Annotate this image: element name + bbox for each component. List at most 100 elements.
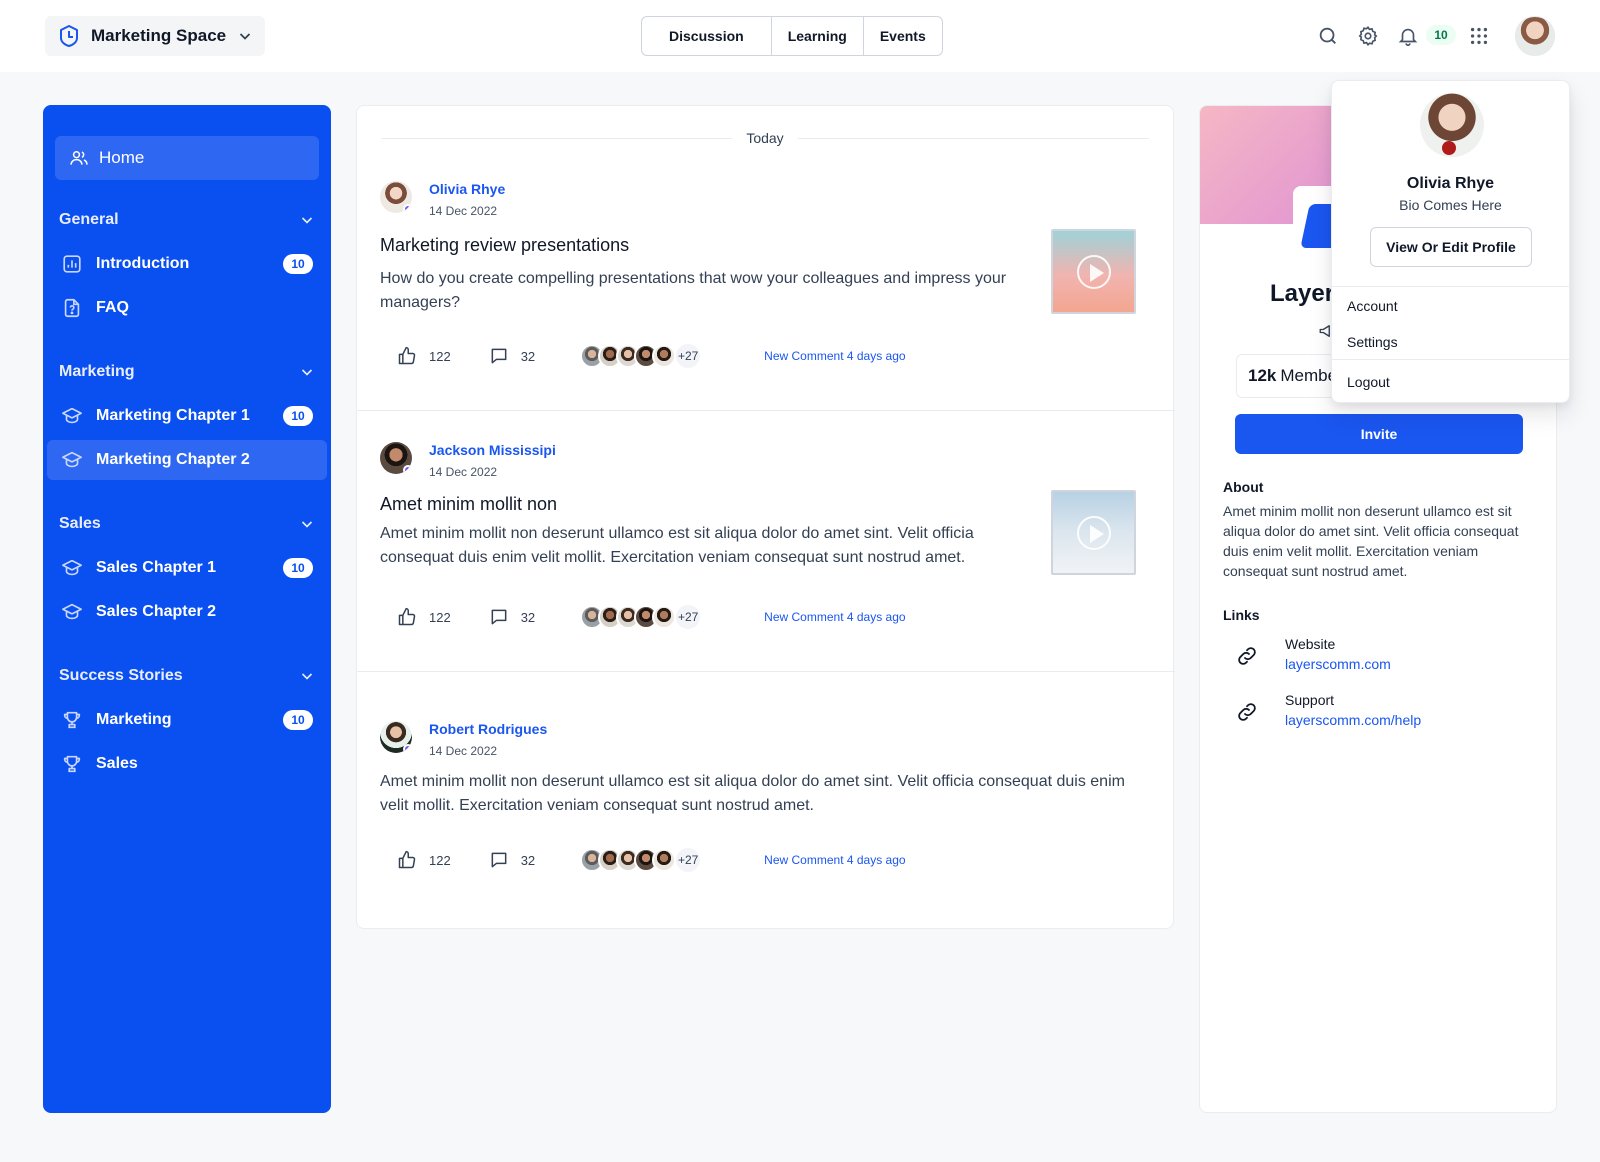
post-actions: 122 32 +27 New Comment 4 days ago bbox=[397, 848, 906, 872]
profile-avatar bbox=[1420, 93, 1484, 157]
space-switcher[interactable]: Marketing Space bbox=[45, 16, 265, 56]
sidebar-item-label: FAQ bbox=[96, 299, 129, 316]
sidebar-item-marketing-chapter-1[interactable]: Marketing Chapter 1 10 bbox=[47, 396, 327, 436]
members-label: Membe bbox=[1280, 366, 1338, 385]
post-date: 14 Dec 2022 bbox=[429, 204, 498, 218]
link-icon bbox=[1238, 703, 1256, 721]
bell-icon[interactable] bbox=[1397, 25, 1419, 47]
status-dot bbox=[403, 465, 412, 474]
sidebar-item-label: Sales Chapter 2 bbox=[96, 603, 217, 620]
menu-item-settings[interactable]: Settings bbox=[1347, 334, 1398, 350]
section-sales[interactable]: Sales bbox=[59, 515, 315, 533]
tab-events[interactable]: Events bbox=[864, 17, 942, 55]
more-participants-count: +27 bbox=[676, 344, 701, 368]
menu-divider bbox=[1332, 286, 1569, 287]
video-thumbnail[interactable] bbox=[1051, 490, 1136, 575]
participant-avatar bbox=[652, 605, 677, 629]
new-comment-link[interactable]: New Comment 4 days ago bbox=[764, 610, 905, 624]
community-name: Layer bbox=[1270, 280, 1335, 307]
link-url[interactable]: layerscomm.com bbox=[1285, 656, 1391, 672]
post-title[interactable]: Marketing review presentations bbox=[380, 235, 629, 256]
post-actions: 122 32 +27 New Comment 4 days ago bbox=[397, 605, 906, 629]
post-body: Amet minim mollit non deserunt ullamco e… bbox=[380, 525, 974, 566]
like-button[interactable]: 122 bbox=[397, 346, 451, 366]
menu-item-account[interactable]: Account bbox=[1347, 298, 1398, 314]
graduation-cap-icon bbox=[62, 603, 82, 620]
sidebar-item-marketing-chapter-2[interactable]: Marketing Chapter 2 bbox=[47, 440, 327, 480]
section-title: General bbox=[59, 211, 119, 228]
comment-button[interactable]: 32 bbox=[489, 346, 535, 366]
apps-grid-icon[interactable] bbox=[1468, 25, 1490, 47]
comment-button[interactable]: 32 bbox=[489, 850, 535, 870]
post-date: 14 Dec 2022 bbox=[429, 465, 498, 479]
graduation-cap-icon bbox=[62, 451, 82, 468]
view-edit-profile-button[interactable]: View Or Edit Profile bbox=[1370, 227, 1532, 267]
profile-dropdown: Olivia Rhye Bio Comes Here View Or Edit … bbox=[1331, 80, 1570, 403]
sidebar-item-label: Marketing bbox=[96, 711, 172, 728]
notification-count-badge: 10 bbox=[1426, 25, 1456, 45]
comment-count: 32 bbox=[520, 348, 536, 364]
sidebar-item-success-marketing[interactable]: Marketing 10 bbox=[47, 700, 327, 740]
author-avatar[interactable] bbox=[380, 181, 412, 213]
like-button[interactable]: 122 bbox=[397, 607, 451, 627]
search-icon[interactable] bbox=[1317, 25, 1339, 47]
participants-stack[interactable]: +27 bbox=[580, 848, 701, 872]
members-number: 12k bbox=[1248, 366, 1277, 385]
chart-icon bbox=[63, 255, 81, 273]
participant-avatar bbox=[652, 848, 677, 872]
sidebar-item-home[interactable]: Home bbox=[55, 136, 319, 180]
like-count: 122 bbox=[429, 609, 451, 625]
like-count: 122 bbox=[429, 348, 451, 364]
link-icon bbox=[1238, 647, 1256, 665]
participants-stack[interactable]: +27 bbox=[580, 344, 701, 368]
comment-button[interactable]: 32 bbox=[489, 607, 535, 627]
chevron-down-icon bbox=[239, 33, 251, 40]
divider-line bbox=[381, 137, 733, 139]
section-success-stories[interactable]: Success Stories bbox=[59, 667, 315, 685]
sidebar-item-faq[interactable]: FAQ bbox=[47, 288, 327, 328]
link-url[interactable]: layerscomm.com/help bbox=[1285, 712, 1421, 728]
user-avatar[interactable] bbox=[1515, 16, 1555, 56]
author-name[interactable]: Robert Rodrigues bbox=[429, 721, 547, 737]
section-marketing[interactable]: Marketing bbox=[59, 363, 315, 381]
author-avatar[interactable] bbox=[380, 442, 412, 474]
sidebar-item-label: Introduction bbox=[96, 255, 190, 272]
sidebar-item-success-sales[interactable]: Sales bbox=[47, 744, 327, 784]
gear-icon[interactable] bbox=[1357, 25, 1379, 47]
like-count: 122 bbox=[429, 852, 451, 868]
link-title: Support bbox=[1285, 692, 1335, 708]
like-button[interactable]: 122 bbox=[397, 850, 451, 870]
date-divider-label: Today bbox=[746, 130, 784, 146]
chevron-down-icon bbox=[301, 369, 313, 376]
sidebar-item-introduction[interactable]: Introduction 10 bbox=[47, 244, 327, 284]
author-avatar[interactable] bbox=[380, 721, 412, 753]
author-name[interactable]: Jackson Mississipi bbox=[429, 442, 556, 458]
new-comment-link[interactable]: New Comment 4 days ago bbox=[764, 349, 905, 363]
chevron-down-icon bbox=[301, 521, 313, 528]
sidebar-item-sales-chapter-2[interactable]: Sales Chapter 2 bbox=[47, 592, 327, 632]
divider-line bbox=[797, 137, 1150, 139]
count-badge: 10 bbox=[283, 254, 313, 274]
comment-count: 32 bbox=[520, 852, 536, 868]
link-title: Website bbox=[1285, 636, 1336, 652]
comment-icon bbox=[491, 348, 507, 364]
sidebar-item-sales-chapter-1[interactable]: Sales Chapter 1 10 bbox=[47, 548, 327, 588]
thumbs-up-icon bbox=[398, 346, 416, 365]
section-title: Success Stories bbox=[59, 667, 183, 684]
profile-bio: Bio Comes Here bbox=[1399, 197, 1502, 213]
author-name[interactable]: Olivia Rhye bbox=[429, 181, 505, 197]
menu-item-logout[interactable]: Logout bbox=[1347, 374, 1390, 390]
section-title: Sales bbox=[59, 515, 101, 532]
tab-learning[interactable]: Learning bbox=[772, 17, 864, 55]
invite-button[interactable]: Invite bbox=[1235, 414, 1523, 454]
status-dot bbox=[403, 204, 412, 213]
post-body: Amet minim mollit non deserunt ullamco e… bbox=[380, 773, 1125, 814]
main-tabs: Discussion Learning Events bbox=[641, 16, 943, 56]
tab-discussion[interactable]: Discussion bbox=[642, 17, 772, 55]
section-general[interactable]: General bbox=[59, 211, 315, 229]
post-title[interactable]: Amet minim mollit non bbox=[380, 494, 557, 515]
new-comment-link[interactable]: New Comment 4 days ago bbox=[764, 853, 905, 867]
participants-stack[interactable]: +27 bbox=[580, 605, 701, 629]
video-thumbnail[interactable] bbox=[1051, 229, 1136, 314]
comment-count: 32 bbox=[520, 609, 536, 625]
